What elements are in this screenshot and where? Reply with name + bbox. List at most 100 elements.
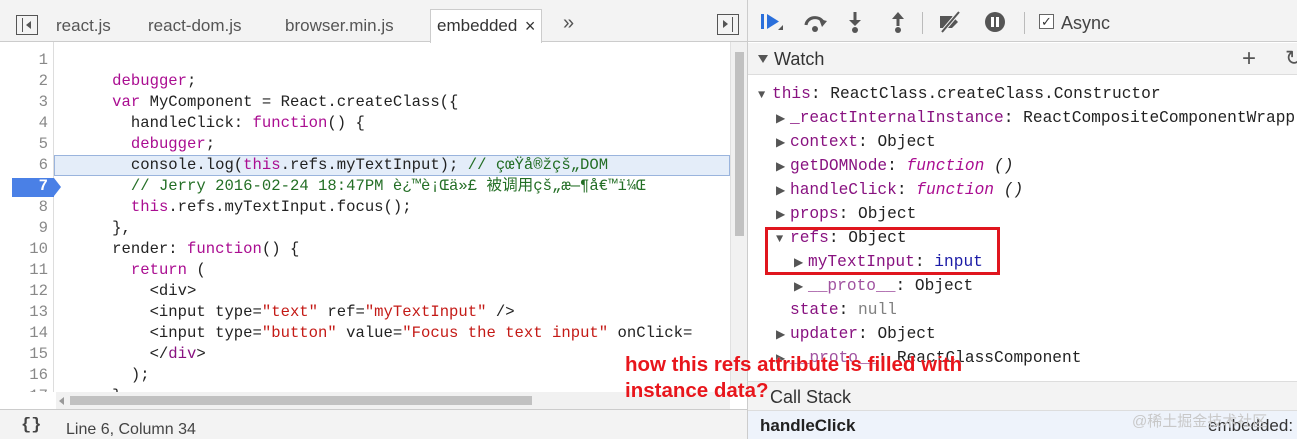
collapsed-triangle-icon[interactable]: ▶ — [776, 107, 790, 131]
line-number[interactable]: 10 — [12, 239, 48, 260]
code-token: "button" — [261, 324, 337, 342]
line-number[interactable]: 11 — [12, 260, 48, 281]
code-line[interactable]: 7 // Jerry 2016-02-24 18:47PM è¿™è¡Œä»£ … — [0, 176, 730, 197]
line-number[interactable]: 9 — [12, 218, 48, 239]
code-token: "text" — [261, 303, 319, 321]
line-number[interactable]: 2 — [12, 71, 48, 92]
code-token: console.log( — [56, 156, 244, 174]
editor-vertical-scrollbar[interactable] — [730, 42, 747, 392]
collapsed-triangle-icon[interactable]: ▶ — [794, 275, 808, 299]
code-line[interactable]: 8 this.refs.myTextInput.focus(); — [0, 197, 730, 218]
property-key: updater — [790, 325, 858, 343]
code-line[interactable]: 13 <input type="text" ref="myTextInput" … — [0, 302, 730, 323]
toggle-navigator-icon[interactable] — [16, 15, 38, 35]
code-token: ( — [187, 261, 206, 279]
code-line[interactable]: 11 return ( — [0, 260, 730, 281]
code-line[interactable]: 6 console.log(this.refs.myTextInput); //… — [0, 155, 730, 176]
line-number[interactable]: 5 — [12, 134, 48, 155]
line-number[interactable]: 15 — [12, 344, 48, 365]
code-line[interactable]: 9 }, — [0, 218, 730, 239]
line-number[interactable]: 8 — [12, 197, 48, 218]
pretty-print-button[interactable]: {} — [21, 416, 41, 435]
tab-react-dom-js[interactable]: react-dom.js — [148, 12, 242, 42]
collapsed-triangle-icon[interactable]: ▶ — [776, 155, 790, 179]
property-separator: : — [858, 133, 878, 151]
code-token: this — [130, 198, 169, 216]
step-over-icon[interactable] — [802, 10, 828, 34]
collapsed-triangle-icon[interactable]: ▶ — [776, 131, 790, 155]
tab-react-js[interactable]: react.js — [56, 12, 111, 42]
watch-property-props[interactable]: ▶ props: Object — [776, 202, 916, 226]
line-number[interactable]: 6 — [12, 155, 48, 176]
step-into-icon[interactable] — [842, 10, 868, 34]
code-line[interactable]: 16 ); — [0, 365, 730, 386]
line-number[interactable]: 4 — [12, 113, 48, 134]
watch-property-this[interactable]: ▼ this: ReactClass.createClass.Constructo… — [758, 82, 1161, 106]
code-token: render: — [56, 240, 188, 258]
resume-icon[interactable] — [758, 10, 784, 34]
code-token: () { — [327, 114, 365, 132]
watch-property-reactinternalinstance[interactable]: ▶ _reactInternalInstance: ReactCompositeC… — [776, 106, 1295, 130]
code-editor[interactable]: 12 debugger; 3 var MyComponent = React.cr… — [0, 42, 747, 392]
property-separator: : — [810, 85, 831, 103]
line-number[interactable]: 17 — [12, 386, 48, 392]
watch-property-state[interactable]: state: null — [790, 298, 897, 322]
collapsed-triangle-icon[interactable]: ▶ — [776, 203, 790, 227]
add-watch-icon[interactable]: + — [1242, 45, 1256, 73]
code-line[interactable]: 1 — [0, 50, 730, 71]
watch-property-handleclick[interactable]: ▶ handleClick: function () — [776, 178, 1023, 202]
line-number[interactable]: 12 — [12, 281, 48, 302]
code-token: handleClick: — [56, 114, 253, 132]
watch-property-context[interactable]: ▶ context: Object — [776, 130, 936, 154]
deactivate-breakpoints-icon[interactable] — [937, 10, 963, 34]
editor-vertical-scroll-thumb[interactable] — [735, 52, 744, 236]
watch-property-proto[interactable]: ▶ __proto__: Object — [794, 274, 973, 298]
property-separator: : — [887, 157, 907, 175]
collapsed-triangle-icon[interactable]: ▶ — [776, 179, 790, 203]
line-number[interactable]: 13 — [12, 302, 48, 323]
code-line[interactable]: 15 </div> — [0, 344, 730, 365]
step-out-icon[interactable] — [885, 10, 911, 34]
property-separator: : — [1003, 109, 1024, 127]
editor-horizontal-scroll-thumb[interactable] — [70, 396, 532, 405]
more-tabs-chevron-icon[interactable]: » — [563, 12, 574, 35]
line-number[interactable]: 3 — [12, 92, 48, 113]
watermark: @稀土掘金技术社区 — [1132, 413, 1268, 430]
line-number[interactable]: 1 — [12, 50, 48, 71]
tab-browser-min-js[interactable]: browser.min.js — [285, 12, 394, 42]
code-line[interactable]: 2 debugger; — [0, 71, 730, 92]
line-source: render: function() { — [56, 239, 299, 260]
code-line[interactable]: 10 render: function() { — [0, 239, 730, 260]
code-line[interactable]: 3 var MyComponent = React.createClass({ — [0, 92, 730, 113]
line-source: </div> — [56, 344, 206, 365]
code-line[interactable]: 12 <div> — [0, 281, 730, 302]
code-token: onClick= — [608, 324, 693, 342]
collapsed-triangle-icon[interactable]: ▶ — [776, 323, 790, 347]
toggle-debugger-sidebar-icon[interactable] — [717, 14, 739, 35]
watch-section-header[interactable]: Watch + ↻ — [748, 43, 1297, 75]
code-token: <div> — [56, 282, 197, 300]
expanded-triangle-icon[interactable]: ▼ — [758, 83, 772, 107]
tab-embedded[interactable]: embedded × — [430, 9, 543, 43]
refresh-watch-icon[interactable]: ↻ — [1285, 46, 1297, 71]
scroll-left-arrow-icon[interactable] — [59, 397, 64, 405]
line-source: <input type="text" ref="myTextInput" /> — [56, 302, 515, 323]
pause-on-exceptions-icon[interactable] — [982, 10, 1008, 34]
code-line[interactable]: 14 <input type="button" value="Focus the… — [0, 323, 730, 344]
async-label: Async — [1061, 13, 1111, 33]
editor-tab-bar: react.js react-dom.js browser.min.js emb… — [0, 0, 747, 43]
code-line[interactable]: 4 handleClick: function() { — [0, 113, 730, 134]
line-number[interactable]: 16 — [12, 365, 48, 386]
async-checkbox[interactable]: ✓ — [1039, 14, 1054, 29]
line-source: debugger; — [56, 134, 215, 155]
line-source: // Jerry 2016-02-24 18:47PM è¿™è¡Œä»£ 被调… — [56, 176, 646, 197]
line-number[interactable]: 7 — [12, 176, 48, 197]
watch-property-updater[interactable]: ▶ updater: Object — [776, 322, 936, 346]
line-source: <div> — [56, 281, 197, 302]
line-number[interactable]: 14 — [12, 323, 48, 344]
close-tab-icon[interactable]: × — [525, 10, 536, 42]
watch-property-getdomnode[interactable]: ▶ getDOMNode: function () — [776, 154, 1013, 178]
code-line[interactable]: 5 debugger; — [0, 134, 730, 155]
